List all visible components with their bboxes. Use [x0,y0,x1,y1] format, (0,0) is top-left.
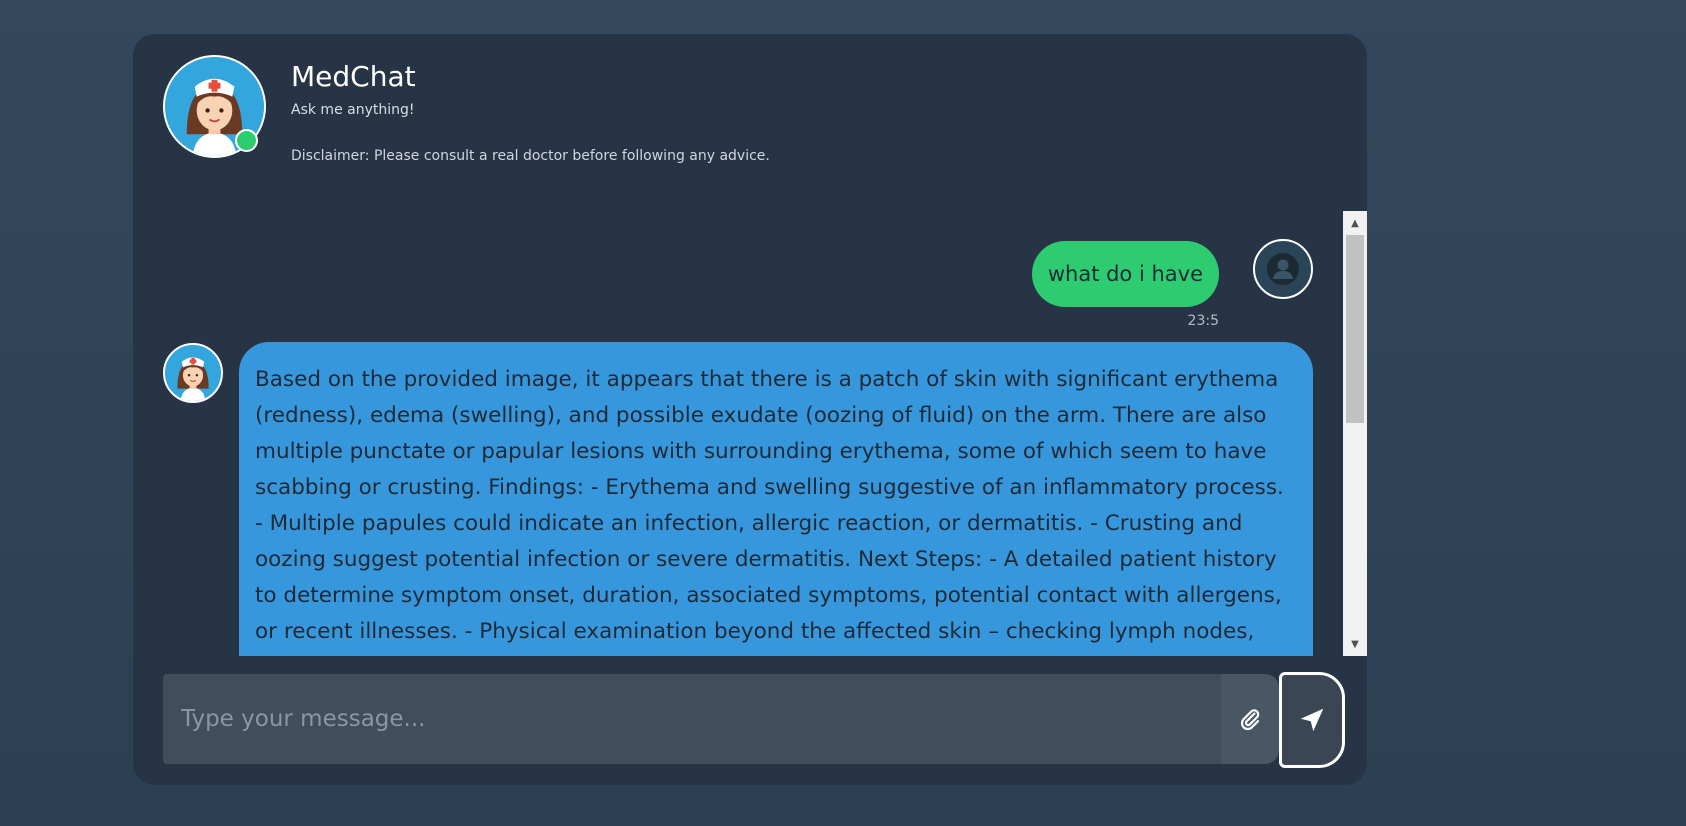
user-avatar [1253,239,1313,299]
message-list[interactable]: what do i have 23:5 Based on the provide… [133,211,1343,656]
user-message-bubble: what do i have [1031,241,1219,307]
bot-avatar [163,343,223,403]
message-composer [163,672,1345,768]
app-title: MedChat [291,60,416,93]
scroll-up-arrow-icon[interactable]: ▲ [1343,213,1367,233]
scrollbar-thumb[interactable] [1346,235,1364,423]
chat-header: MedChat Ask me anything! Disclaimer: Ple… [133,34,1367,214]
message-input[interactable] [163,674,1223,764]
online-status-indicator [235,129,258,152]
message-scrollbar[interactable]: ▲ ▼ [1343,211,1367,656]
chat-window: MedChat Ask me anything! Disclaimer: Ple… [133,34,1367,785]
nurse-avatar-small-image [165,345,221,401]
disclaimer-text: Disclaimer: Please consult a real doctor… [291,148,770,164]
user-icon [1267,253,1299,285]
attach-button[interactable] [1221,674,1279,764]
message-timestamp: 23:5 [1187,313,1219,329]
bot-message-bubble: Based on the provided image, it appears … [239,342,1313,656]
scroll-down-arrow-icon[interactable]: ▼ [1343,634,1367,654]
send-button[interactable] [1279,672,1345,768]
send-arrow-icon [1300,708,1324,732]
app-subtitle: Ask me anything! [291,102,415,118]
paperclip-icon [1240,709,1260,731]
